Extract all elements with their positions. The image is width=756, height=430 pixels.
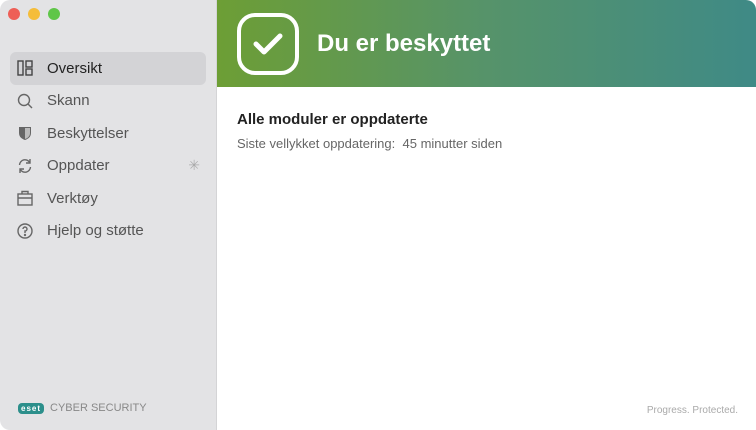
sidebar-item-label: Skann xyxy=(47,92,90,110)
last-update-info: Siste vellykket oppdatering: 45 minutter… xyxy=(237,136,736,151)
tagline: Progress. Protected. xyxy=(646,405,738,416)
main-panel: Du er beskyttet Alle moduler er oppdater… xyxy=(217,0,756,430)
sidebar-item-hjelp[interactable]: Hjelp og støtte xyxy=(10,215,206,248)
help-icon xyxy=(17,223,33,239)
brand: eset CYBER SECURITY xyxy=(18,402,147,414)
loading-spinner-icon: ✳ xyxy=(188,157,200,174)
toolbox-icon xyxy=(17,191,33,206)
app-window: Oversikt Skann Beskyttelser Oppdater ✳ V… xyxy=(0,0,756,430)
status-title: Du er beskyttet xyxy=(317,29,491,57)
checkmark-icon xyxy=(237,12,299,75)
close-button[interactable] xyxy=(8,8,20,20)
zoom-button[interactable] xyxy=(48,8,60,20)
sidebar-item-beskyttelser[interactable]: Beskyttelser xyxy=(10,117,206,150)
minimize-button[interactable] xyxy=(28,8,40,20)
refresh-icon xyxy=(18,158,32,173)
sidebar-item-label: Hjelp og støtte xyxy=(47,222,144,240)
brand-text: CYBER SECURITY xyxy=(50,402,147,414)
sidebar-item-skann[interactable]: Skann xyxy=(10,85,206,118)
status-banner: Du er beskyttet xyxy=(217,0,756,87)
last-update-label: Siste vellykket oppdatering: xyxy=(237,136,396,151)
modules-status-title: Alle moduler er oppdaterte xyxy=(237,111,428,128)
sidebar-item-label: Verktøy xyxy=(47,189,98,207)
sidebar-item-oppdater[interactable]: Oppdater ✳ xyxy=(10,150,206,183)
sidebar-item-verktoy[interactable]: Verktøy xyxy=(10,182,206,215)
sidebar-item-label: Beskyttelser xyxy=(47,124,129,142)
last-update-value: 45 minutter siden xyxy=(402,136,503,151)
sidebar-item-oversikt[interactable]: Oversikt xyxy=(10,52,206,85)
sidebar: Oversikt Skann Beskyttelser Oppdater ✳ V… xyxy=(0,0,217,430)
sidebar-nav: Oversikt Skann Beskyttelser Oppdater ✳ V… xyxy=(10,52,206,247)
sidebar-item-label: Oversikt xyxy=(47,59,103,77)
shield-icon xyxy=(19,127,31,141)
eset-logo: eset xyxy=(18,402,45,414)
window-controls xyxy=(8,8,60,20)
sidebar-item-label: Oppdater xyxy=(47,157,110,175)
dashboard-icon xyxy=(17,60,33,76)
search-icon xyxy=(17,93,33,109)
